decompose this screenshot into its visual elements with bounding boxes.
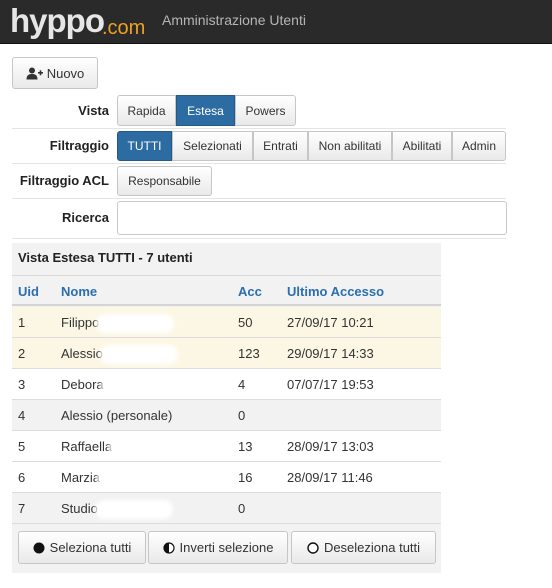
- cell-uid: 5: [18, 439, 26, 454]
- filter-admin-button[interactable]: Admin: [452, 131, 506, 161]
- table-row[interactable]: 7 Studio 0: [12, 493, 441, 524]
- redacted-surname: [100, 472, 173, 486]
- filter-abilitati-button[interactable]: Abilitati: [392, 131, 452, 161]
- nuovo-label: Nuovo: [46, 65, 85, 81]
- vista-estesa-button[interactable]: Estesa: [176, 95, 235, 126]
- cell-uid: 7: [18, 501, 26, 516]
- table-title: Vista Estesa TUTTI - 7 utenti: [18, 250, 193, 265]
- logo-sub-text: .com: [102, 17, 146, 39]
- cell-acc: 123: [238, 346, 260, 361]
- table-header: Uid Nome Acc Ultimo Accesso: [12, 275, 441, 306]
- logo-main-text: hyppo: [10, 2, 105, 39]
- cell-nome: Filippo: [61, 315, 172, 331]
- divider: [12, 163, 506, 164]
- table-row[interactable]: 3 Debora 4 07/07/17 19:53: [12, 369, 441, 400]
- acl-responsabile-button[interactable]: Responsabile: [117, 166, 212, 196]
- cell-nome: Alessio: [61, 346, 175, 362]
- select-all-button[interactable]: Seleziona tutti: [18, 531, 146, 564]
- redacted-surname: [112, 441, 185, 455]
- cell-acc: 16: [238, 470, 253, 485]
- redacted-surname: [103, 379, 176, 393]
- cell-acc: 50: [238, 315, 253, 330]
- divider: [12, 128, 506, 129]
- filter-entrati-button[interactable]: Entrati: [253, 131, 308, 161]
- col-header-nome[interactable]: Nome: [61, 284, 97, 299]
- cell-ultimo-accesso: 07/07/17 19:53: [287, 377, 374, 392]
- page-title: Amministrazione Utenti: [162, 12, 306, 28]
- cell-ultimo-accesso: 29/09/17 14:33: [287, 346, 374, 361]
- cell-acc: 0: [238, 501, 246, 516]
- cell-uid: 1: [18, 315, 26, 330]
- filtraggio-label: Filtraggio: [49, 138, 109, 153]
- nuovo-button[interactable]: Nuovo: [12, 57, 98, 89]
- invert-selection-label: Inverti selezione: [179, 540, 274, 555]
- empty-circle-icon: [307, 541, 319, 554]
- filter-selezionati-button[interactable]: Selezionati: [172, 131, 253, 161]
- divider: [12, 238, 506, 239]
- cell-acc: 13: [238, 439, 253, 454]
- vista-label: Vista: [78, 103, 109, 118]
- cell-nome: Raffaella: [61, 439, 185, 455]
- top-navbar: hyppo .com Amministrazione Utenti: [0, 0, 552, 44]
- cell-uid: 2: [18, 346, 26, 361]
- users-table-panel: Vista Estesa TUTTI - 7 utenti Uid Nome A…: [12, 243, 441, 573]
- cell-acc: 0: [238, 408, 246, 423]
- col-header-ultimo-accesso[interactable]: Ultimo Accesso: [287, 284, 384, 299]
- cell-uid: 4: [18, 408, 26, 423]
- col-header-acc[interactable]: Acc: [238, 284, 262, 299]
- cell-nome: Alessio (personale): [61, 408, 173, 423]
- cell-ultimo-accesso: 28/09/17 11:46: [287, 470, 373, 485]
- half-circle-icon: [162, 541, 175, 554]
- cell-nome: Marzia: [61, 470, 173, 486]
- cell-uid: 6: [18, 470, 26, 485]
- redacted-surname: [97, 503, 170, 517]
- cell-uid: 3: [18, 377, 26, 392]
- user-plus-icon: [26, 67, 47, 80]
- cell-ultimo-accesso: 28/09/17 13:03: [287, 439, 374, 454]
- filled-circle-icon: [33, 542, 45, 554]
- table-row[interactable]: 5 Raffaella 13 28/09/17 13:03: [12, 431, 441, 462]
- filtraggio-acl-label: Filtraggio ACL: [19, 173, 109, 188]
- redacted-surname: [99, 317, 172, 331]
- filter-tutti-button[interactable]: TUTTI: [117, 131, 172, 161]
- table-row[interactable]: 4 Alessio (personale) 0: [12, 400, 441, 431]
- invert-selection-button[interactable]: Inverti selezione: [148, 531, 288, 564]
- filter-non-abilitati-button[interactable]: Non abilitati: [308, 131, 392, 161]
- deselect-all-label: Deseleziona tutti: [323, 540, 421, 555]
- divider: [12, 198, 506, 199]
- vista-rapida-button[interactable]: Rapida: [117, 95, 176, 126]
- cell-acc: 4: [238, 377, 246, 392]
- select-all-label: Seleziona tutti: [49, 540, 132, 555]
- ricerca-label: Ricerca: [62, 210, 109, 225]
- col-header-uid[interactable]: Uid: [18, 284, 39, 299]
- cell-nome: Debora: [61, 377, 176, 393]
- search-input[interactable]: [117, 201, 507, 235]
- cell-ultimo-accesso: 27/09/17 10:21: [287, 315, 374, 330]
- redacted-surname: [102, 348, 175, 362]
- table-row[interactable]: 6 Marzia 16 28/09/17 11:46: [12, 462, 441, 493]
- table-row[interactable]: 2 Alessio 123 29/09/17 14:33: [12, 338, 441, 369]
- table-row[interactable]: 1 Filippo 50 27/09/17 10:21: [12, 307, 441, 338]
- deselect-all-button[interactable]: Deseleziona tutti: [291, 531, 436, 564]
- cell-nome: Studio: [61, 501, 170, 517]
- vista-powers-button[interactable]: Powers: [235, 95, 296, 126]
